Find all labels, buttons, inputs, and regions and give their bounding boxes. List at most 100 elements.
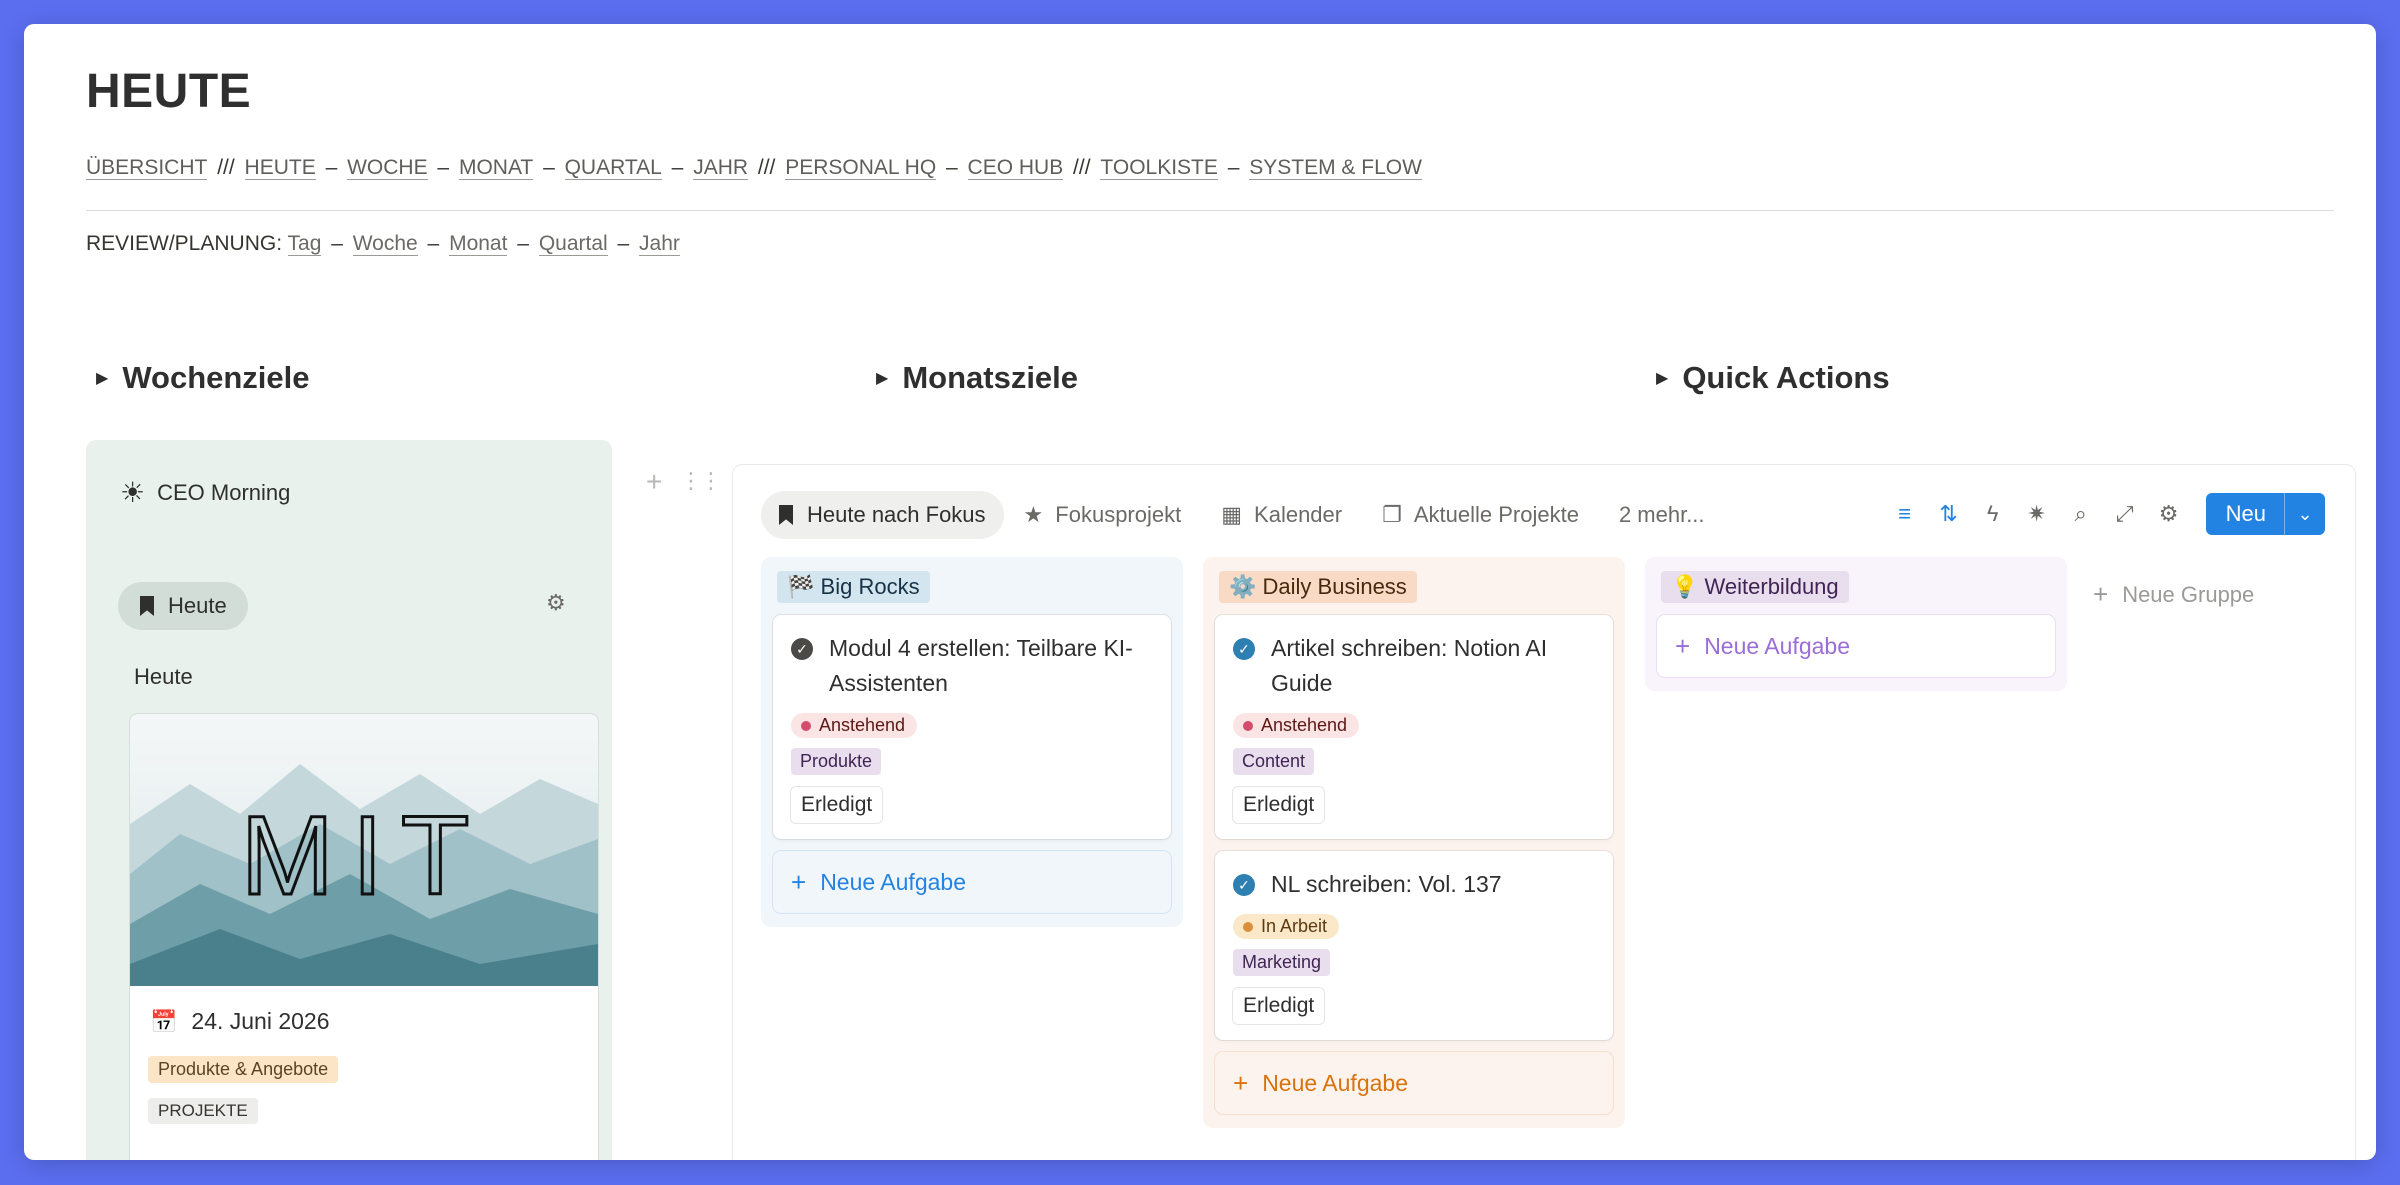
group-header[interactable]: 🏁 Big Rocks	[777, 571, 930, 603]
group-header[interactable]: 💡 Weiterbildung	[1661, 571, 1849, 603]
view-label: Fokusprojekt	[1055, 502, 1182, 527]
group-heading: Heute	[134, 664, 193, 689]
review-link-monat[interactable]: Monat	[449, 232, 508, 256]
new-button-label[interactable]: Neu	[2206, 493, 2285, 535]
task-card[interactable]: ✓ Artikel schreiben: Notion AI Guide Ans…	[1215, 615, 1613, 839]
documents-icon: ❐	[1382, 502, 1402, 527]
cover-text: MIT	[241, 793, 488, 918]
done-button[interactable]: Erledigt	[791, 787, 882, 823]
nav-link-toolkiste[interactable]: TOOLKISTE	[1100, 156, 1218, 180]
review-separator: –	[611, 232, 636, 255]
group-header[interactable]: ⚙️ Daily Business	[1219, 571, 1417, 603]
bookmark-icon	[779, 505, 793, 525]
group-name: Weiterbildung	[1704, 574, 1839, 599]
nav-link-woche[interactable]: WOCHE	[347, 156, 428, 180]
toggle-quick-actions[interactable]: ▶ Quick Actions	[1656, 360, 1890, 396]
filter-icon[interactable]: ≡	[1894, 501, 1916, 527]
status-text: Anstehend	[1261, 715, 1348, 735]
plus-icon: +	[791, 866, 807, 897]
tab-label: Heute	[168, 593, 227, 618]
review-link-quartal[interactable]: Quartal	[538, 232, 608, 256]
toggle-label: Monatsziele	[902, 360, 1079, 395]
tab-heute-nach-fokus[interactable]: Heute nach Fokus	[761, 491, 1004, 539]
nav-link-jahr[interactable]: JAHR	[693, 156, 749, 180]
board-toolbar: ≡ ⇅ ϟ ✷ ⌕ ⤢ ⚙ Neu ⌄	[1872, 493, 2325, 535]
panel-title: CEO Morning	[157, 479, 291, 505]
notion-window: HEUTE ÜBERSICHT /// HEUTE – WOCHE – MONA…	[24, 24, 2376, 1160]
review-link-tag[interactable]: Tag	[287, 232, 322, 256]
chevron-down-icon[interactable]: ⌄	[2285, 504, 2325, 525]
sun-icon: ☀	[120, 477, 146, 508]
triangle-right-icon: ▶	[96, 370, 109, 387]
lightbulb-icon: 💡	[1671, 574, 1699, 599]
type-tag: PROJEKTE	[148, 1098, 258, 1124]
review-navigation: REVIEW/PLANUNG: Tag – Woche – Monat – Qu…	[86, 232, 680, 256]
tab-heute[interactable]: Heute	[118, 582, 248, 630]
check-circle-icon: ✓	[791, 638, 813, 660]
review-separator: –	[421, 232, 446, 255]
review-separator: –	[511, 232, 535, 255]
tab-kalender[interactable]: ▦ Kalender	[1221, 502, 1342, 528]
category-tag: Produkte	[791, 748, 882, 775]
nav-link-quartal[interactable]: QUARTAL	[564, 156, 662, 180]
search-icon[interactable]: ⌕	[2070, 501, 2092, 527]
page-title: HEUTE	[86, 65, 252, 118]
task-title: NL schreiben: Vol. 137	[1271, 871, 1502, 897]
tab-fokusprojekt[interactable]: ★ Fokusprojekt	[1024, 502, 1182, 528]
gear-icon: ⚙️	[1229, 574, 1257, 599]
status-pill: In Arbeit	[1233, 914, 1340, 939]
nav-link-ceo-hub[interactable]: CEO HUB	[967, 156, 1064, 180]
gallery-card[interactable]: MIT 📅 24. Juni 2026 Produkte & Angebote …	[130, 714, 598, 1160]
triangle-right-icon: ▶	[876, 370, 889, 387]
nav-link-heute[interactable]: HEUTE	[244, 156, 316, 180]
add-task-button[interactable]: + Neue Aufgabe	[1657, 615, 2055, 677]
add-block-icon[interactable]: +	[646, 466, 662, 498]
group-name: Big Rocks	[820, 574, 920, 599]
calendar-icon: 📅	[150, 1008, 178, 1034]
task-title: Modul 4 erstellen: Teilbare KI-Assistent…	[829, 635, 1133, 696]
settings-sliders-icon[interactable]: ⚙	[546, 590, 566, 616]
more-views-button[interactable]: 2 mehr...	[1619, 502, 1705, 528]
automation-lightning-icon[interactable]: ϟ	[1982, 501, 2004, 527]
ceo-morning-panel: ☀ CEO Morning Heute ⚙ Heute MIT 📅 24. Ju…	[86, 440, 612, 1160]
tab-aktuelle-projekte[interactable]: ❐ Aktuelle Projekte	[1382, 502, 1579, 528]
board-column-weiterbildung: 💡 Weiterbildung + Neue Aufgabe	[1645, 557, 2067, 691]
add-task-button[interactable]: + Neue Aufgabe	[1215, 1052, 1613, 1114]
star-icon: ★	[1023, 502, 1044, 527]
expand-icon[interactable]: ⤢	[2114, 501, 2136, 527]
nav-separator: ///	[752, 156, 782, 179]
check-circle-icon: ✓	[1233, 638, 1255, 660]
category-tag: Marketing	[1233, 949, 1331, 976]
status-text: In Arbeit	[1261, 916, 1328, 936]
sort-icon[interactable]: ⇅	[1938, 501, 1960, 527]
new-group-button[interactable]: + Neue Gruppe	[2093, 579, 2254, 610]
add-task-label: Neue Aufgabe	[820, 868, 966, 895]
review-link-jahr[interactable]: Jahr	[639, 232, 680, 256]
drag-handle-icon[interactable]: ⋮⋮	[680, 468, 722, 494]
new-button: Neu ⌄	[2205, 493, 2325, 535]
nav-separator: –	[431, 156, 455, 179]
view-settings-icon[interactable]: ⚙	[2158, 501, 2180, 527]
toggle-label: Wochenziele	[122, 360, 310, 395]
task-card[interactable]: ✓ Modul 4 erstellen: Teilbare KI-Assiste…	[773, 615, 1171, 839]
check-circle-icon: ✓	[1233, 874, 1255, 896]
nav-link-personal-hq[interactable]: PERSONAL HQ	[785, 156, 937, 180]
ceo-morning-header[interactable]: ☀ CEO Morning	[120, 476, 290, 509]
view-tabs: Heute nach Fokus ★ Fokusprojekt ▦ Kalend…	[761, 491, 1745, 539]
nav-link-monat[interactable]: MONAT	[458, 156, 534, 180]
review-link-woche[interactable]: Woche	[352, 232, 418, 256]
top-navigation: ÜBERSICHT /// HEUTE – WOCHE – MONAT – QU…	[86, 156, 1422, 180]
add-task-button[interactable]: + Neue Aufgabe	[773, 851, 1171, 913]
nav-link-uebersicht[interactable]: ÜBERSICHT	[86, 156, 208, 180]
toggle-monatsziele[interactable]: ▶ Monatsziele	[876, 360, 1078, 396]
done-button[interactable]: Erledigt	[1233, 787, 1324, 823]
review-separator: –	[325, 232, 349, 255]
toggle-wochenziele[interactable]: ▶ Wochenziele	[96, 360, 310, 396]
toggle-label: Quick Actions	[1682, 360, 1890, 395]
ai-sparkle-icon[interactable]: ✷	[2026, 501, 2048, 527]
done-button[interactable]: Erledigt	[1233, 988, 1324, 1024]
task-card[interactable]: ✓ NL schreiben: Vol. 137 In Arbeit Marke…	[1215, 851, 1613, 1040]
nav-link-system-flow[interactable]: SYSTEM & FLOW	[1249, 156, 1422, 180]
nav-separator: ///	[1067, 156, 1097, 179]
view-label: Heute nach Fokus	[807, 502, 986, 527]
